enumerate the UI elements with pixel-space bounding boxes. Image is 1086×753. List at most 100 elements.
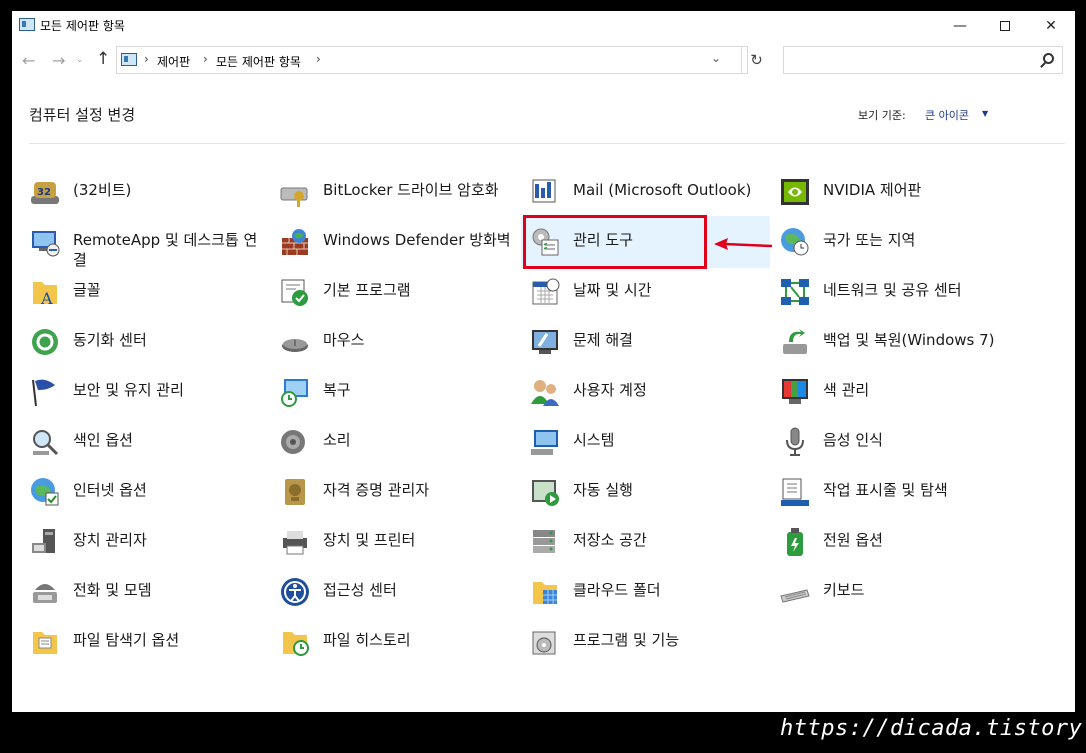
breadcrumb-all-items[interactable]: 모든 제어판 항목	[216, 53, 301, 70]
item-label: 프로그램 및 기능	[573, 631, 680, 649]
remoteapp-icon	[32, 231, 60, 257]
cloud-folder-icon	[533, 582, 557, 604]
item-label: 시스템	[573, 431, 615, 449]
annotation-arrow-icon	[714, 238, 773, 250]
item-label: 작업 표시줄 및 탐색	[823, 481, 948, 499]
network-icon	[781, 279, 809, 305]
svg-text:A: A	[40, 289, 53, 308]
item-label: 인터넷 옵션	[73, 481, 147, 499]
device-manager-icon	[32, 529, 55, 553]
breadcrumb-separator[interactable]: ›	[144, 52, 149, 66]
item-label: 글꼴	[73, 281, 101, 299]
item-label: 장치 및 프린터	[323, 531, 416, 549]
color-management-icon	[782, 379, 808, 404]
item-label: Windows Defender 방화벽	[323, 231, 511, 249]
sound-icon	[281, 430, 305, 454]
svg-text:32: 32	[37, 187, 51, 198]
user-accounts-icon	[531, 380, 559, 406]
security-flag-icon	[32, 379, 55, 407]
view-by-dropdown[interactable]: 큰 아이콘	[925, 107, 969, 123]
control-panel-icon	[19, 18, 35, 31]
item-label: 전원 옵션	[823, 531, 883, 549]
credential-manager-icon	[285, 479, 305, 505]
programs-features-icon	[532, 631, 556, 655]
item-label: 파일 히스토리	[323, 631, 411, 649]
taskbar-icon	[781, 478, 809, 506]
breadcrumb-separator[interactable]: ›	[316, 52, 321, 66]
breadcrumb-control-panel[interactable]: 제어판	[157, 53, 190, 70]
maximize-button[interactable]	[982, 11, 1028, 41]
item-label: 소리	[323, 431, 351, 449]
recent-locations-button[interactable]: ⌄	[76, 55, 84, 65]
view-by-label: 보기 기준:	[858, 109, 906, 122]
item-label: 자동 실행	[573, 481, 633, 499]
search-input[interactable]	[783, 46, 1063, 74]
divider	[29, 143, 1065, 144]
item-label: 날짜 및 시간	[573, 281, 652, 299]
nvidia-icon	[781, 179, 809, 205]
item-label: Mail (Microsoft Outlook)	[573, 181, 752, 199]
back-button[interactable]: ←	[22, 51, 35, 70]
firewall-icon	[282, 229, 308, 255]
item-label: 기본 프로그램	[323, 281, 411, 299]
backup-restore-icon	[783, 329, 807, 354]
search-icon	[1043, 53, 1054, 64]
item-label: 접근성 센터	[323, 581, 397, 599]
annotation-highlight-box	[523, 215, 707, 269]
speech-recognition-icon	[786, 427, 804, 456]
item-label: 장치 관리자	[73, 531, 147, 549]
system-icon	[531, 430, 558, 455]
folder-options-icon	[33, 632, 57, 654]
autoplay-icon	[532, 480, 559, 506]
item-label: 색 관리	[823, 381, 870, 399]
address-dropdown-button[interactable]: ⌄	[711, 51, 721, 65]
devices-printers-icon	[283, 531, 307, 555]
mouse-icon	[282, 339, 308, 352]
fonts-folder-icon: A	[33, 282, 57, 308]
close-button[interactable]: ✕	[1028, 11, 1074, 41]
item-label: 자격 증명 관리자	[323, 481, 430, 499]
item-label: 색인 옵션	[73, 431, 133, 449]
item-label: 국가 또는 지역	[823, 231, 916, 249]
item-label: 전화 및 모뎀	[73, 581, 152, 599]
default-programs-icon	[281, 279, 308, 306]
page-title: 컴퓨터 설정 변경	[29, 106, 136, 124]
item-label: 클라우드 폴더	[573, 581, 661, 599]
title-bar: 모든 제어판 항목 — ✕	[12, 11, 1075, 41]
mail-icon	[532, 179, 556, 203]
date-time-icon	[532, 278, 560, 305]
refresh-button[interactable]: ↻	[741, 47, 771, 73]
control-panel-icon	[121, 53, 137, 66]
internet-options-icon	[31, 478, 59, 506]
breadcrumb-separator[interactable]: ›	[203, 52, 208, 66]
forward-button[interactable]: →	[52, 51, 65, 70]
watermark: https://dicada.tistory.com	[780, 716, 1086, 741]
item-label: 사용자 계정	[573, 381, 647, 399]
storage-spaces-icon	[533, 530, 555, 553]
item-label: 보안 및 유지 관리	[73, 381, 184, 399]
item-label: 파일 탐색기 옵션	[73, 631, 180, 649]
recovery-icon	[281, 379, 308, 407]
java-32bit-icon: 32	[31, 182, 59, 204]
item-label: 음성 인식	[823, 431, 883, 449]
up-button[interactable]: ↑	[96, 49, 110, 69]
maximize-icon	[1000, 21, 1010, 31]
minimize-button[interactable]: —	[937, 11, 983, 41]
item-label: 복구	[323, 381, 351, 399]
item-label: BitLocker 드라이브 암호화	[323, 181, 499, 199]
troubleshooting-icon	[532, 330, 558, 354]
keyboard-icon	[780, 589, 810, 603]
chevron-down-icon[interactable]: ▼	[982, 109, 988, 118]
file-history-icon	[283, 632, 309, 656]
item-label: RemoteApp 및 데스크톱 연결	[73, 231, 258, 269]
item-label: 네트워크 및 공유 센터	[823, 281, 962, 299]
indexing-icon	[33, 430, 59, 456]
region-globe-icon	[781, 228, 809, 256]
item-label: 키보드	[823, 581, 865, 599]
phone-modem-icon	[33, 584, 57, 603]
item-label: 마우스	[323, 331, 365, 349]
ease-of-access-icon	[281, 578, 309, 606]
item-label: 저장소 공간	[573, 531, 647, 549]
address-bar[interactable]: › 제어판 › 모든 제어판 항목 › ⌄ ↻	[116, 46, 763, 74]
item-label: 문제 해결	[573, 331, 633, 349]
